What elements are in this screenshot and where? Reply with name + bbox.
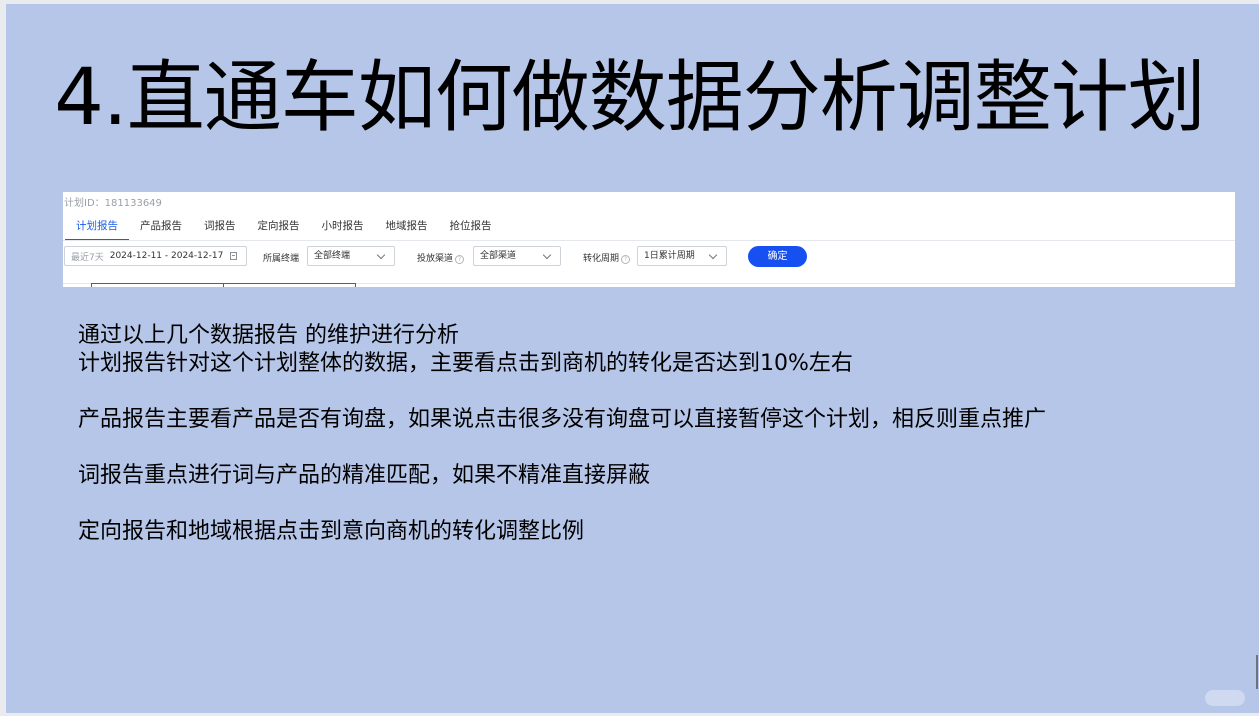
channel-label: 投放渠道?	[417, 251, 465, 264]
body-line-keyword-report: 词报告重点进行词与产品的精准匹配，如果不精准直接屏蔽	[78, 463, 651, 488]
channel-select[interactable]: 全部渠道	[473, 246, 561, 266]
filter-row: 最近7天 2024-12-11 - 2024-12-17 所属终端 全部终端 投…	[64, 246, 1234, 268]
body-gap	[78, 434, 1046, 462]
tab-targeting-report[interactable]: 定向报告	[247, 218, 311, 241]
calendar-icon	[230, 252, 237, 260]
report-tabs: 计划报告 产品报告 词报告 定向报告 小时报告 地域报告 抢位报告	[65, 218, 503, 241]
cut-card-right	[223, 283, 356, 287]
chevron-down-icon	[708, 250, 718, 260]
date-range-value: 2024-12-11 - 2024-12-17	[109, 251, 224, 261]
help-icon: ?	[455, 255, 465, 264]
watermark-logo	[1205, 690, 1245, 706]
tab-bid-position-report[interactable]: 抢位报告	[439, 218, 503, 241]
terminal-select[interactable]: 全部终端	[307, 246, 395, 266]
confirm-button[interactable]: 确定	[748, 246, 807, 267]
tab-plan-report[interactable]: 计划报告	[65, 218, 129, 241]
body-line-targeting-report: 定向报告和地域根据点击到意向商机的转化调整比例	[78, 519, 585, 544]
chevron-down-icon	[542, 250, 552, 260]
body-text: 通过以上几个数据报告 的维护进行分析 计划报告针对这个计划整体的数据，主要看点击…	[78, 322, 1046, 546]
channel-select-value: 全部渠道	[480, 251, 517, 261]
tab-product-report[interactable]: 产品报告	[129, 218, 193, 241]
tab-region-report[interactable]: 地域报告	[375, 218, 439, 241]
report-screenshot-panel: 计划ID：181133649 计划报告 产品报告 词报告 定向报告 小时报告 地…	[63, 192, 1235, 287]
body-gap	[78, 378, 1046, 406]
cut-card-left	[91, 283, 224, 287]
body-line-product-report: 产品报告主要看产品是否有询盘，如果说点击很多没有询盘可以直接暂停这个计划，相反则…	[78, 407, 1047, 432]
period-select[interactable]: 1日累计周期	[637, 246, 727, 266]
chevron-down-icon	[376, 250, 386, 260]
tab-hourly-report[interactable]: 小时报告	[311, 218, 375, 241]
body-line-intro: 通过以上几个数据报告 的维护进行分析	[78, 323, 459, 348]
period-label: 转化周期?	[583, 251, 631, 264]
slide-title: 4.直通车如何做数据分析调整计划	[54, 53, 1205, 143]
period-select-value: 1日累计周期	[644, 251, 695, 261]
help-icon: ?	[621, 255, 631, 264]
body-line-plan-report: 计划报告针对这个计划整体的数据，主要看点击到商机的转化是否达到10%左右	[78, 351, 853, 376]
terminal-label: 所属终端	[263, 254, 300, 264]
tab-keyword-report[interactable]: 词报告	[193, 218, 247, 241]
plan-id: 计划ID：181133649	[64, 198, 162, 209]
date-preset: 最近7天	[71, 252, 104, 263]
terminal-select-value: 全部终端	[314, 251, 351, 261]
window-edge-mark	[1256, 655, 1258, 689]
body-gap	[78, 490, 1046, 518]
tabs-divider	[63, 240, 1235, 241]
date-range-picker[interactable]: 最近7天 2024-12-11 - 2024-12-17	[64, 246, 247, 266]
